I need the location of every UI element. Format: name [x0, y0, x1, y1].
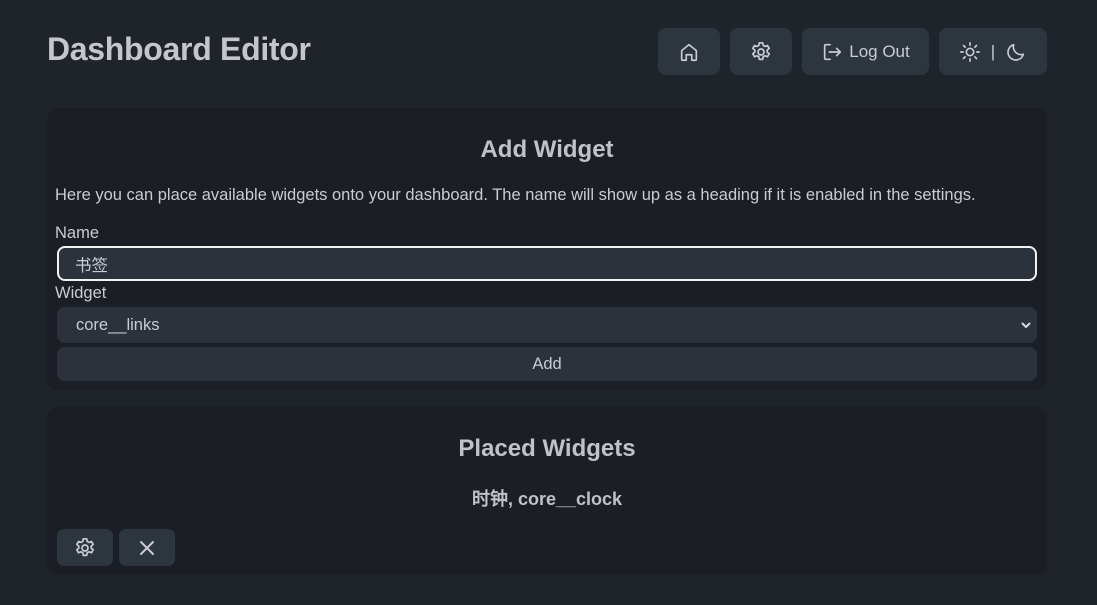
sun-icon: [959, 41, 980, 62]
home-button[interactable]: [658, 28, 720, 75]
logout-button[interactable]: Log Out: [802, 28, 929, 75]
widget-select[interactable]: core__links: [57, 307, 1037, 343]
header-toolbar: Log Out |: [658, 28, 1047, 75]
placed-widgets-heading: Placed Widgets: [458, 435, 636, 462]
add-button[interactable]: Add: [57, 347, 1037, 381]
chevron-down-icon: [1021, 322, 1031, 328]
placed-widgets-card: Placed Widgets 时钟, core__clock: [47, 407, 1047, 575]
gear-icon: [751, 41, 771, 60]
add-widget-heading: Add Widget: [480, 136, 614, 163]
widget-label: Widget: [55, 284, 107, 302]
name-input[interactable]: [57, 246, 1037, 281]
placed-widget-actions: [57, 529, 175, 566]
widget-remove-button[interactable]: [119, 529, 175, 566]
close-icon: [140, 540, 154, 555]
theme-toggle[interactable]: |: [939, 28, 1047, 75]
widget-settings-button[interactable]: [57, 529, 113, 566]
moon-icon: [1007, 43, 1025, 61]
logout-icon: [824, 43, 842, 60]
add-widget-card: Add Widget Here you can place available …: [47, 108, 1047, 390]
name-label: Name: [55, 224, 100, 242]
page-title: Dashboard Editor: [47, 31, 311, 67]
add-widget-description: Here you can place available widgets ont…: [55, 186, 976, 204]
widget-select-value: core__links: [76, 315, 160, 334]
logout-label: Log Out: [849, 41, 910, 61]
theme-separator: |: [990, 41, 996, 61]
gear-icon: [75, 537, 95, 556]
home-icon: [680, 43, 698, 61]
placed-widget-title: 时钟, core__clock: [471, 489, 623, 509]
settings-button[interactable]: [730, 28, 792, 75]
